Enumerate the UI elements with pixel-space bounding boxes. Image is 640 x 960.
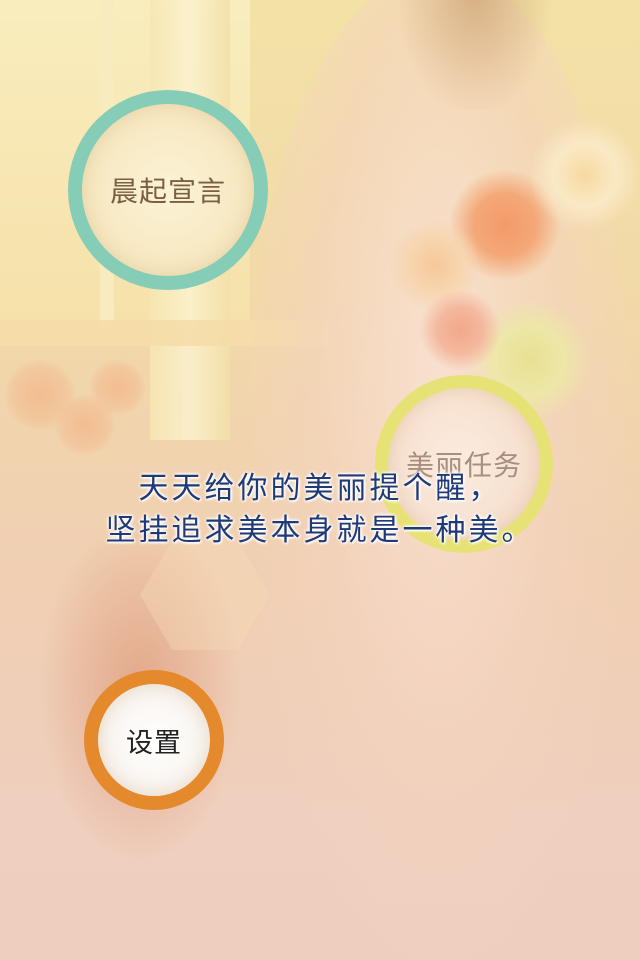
home-screen: 晨起宣言 美丽任务 天天给你的美丽提个醒， 坚挂追求美本身就是一种美。 设置: [0, 0, 640, 960]
slogan-line-2: 坚挂追求美本身就是一种美。: [105, 513, 535, 548]
morning-declaration-label: 晨起宣言: [109, 175, 226, 208]
background-bouquet-flower: [530, 120, 640, 230]
slogan: 天天给你的美丽提个醒， 坚挂追求美本身就是一种美。: [0, 468, 640, 552]
slogan-line-1: 天天给你的美丽提个醒，: [138, 471, 502, 506]
settings-label: 设置: [126, 727, 182, 759]
morning-declaration-button[interactable]: 晨起宣言: [68, 90, 268, 290]
background-flower: [90, 360, 145, 415]
settings-button[interactable]: 设置: [84, 670, 224, 810]
background-hair: [400, 0, 550, 110]
background-bouquet-flower: [420, 290, 500, 370]
